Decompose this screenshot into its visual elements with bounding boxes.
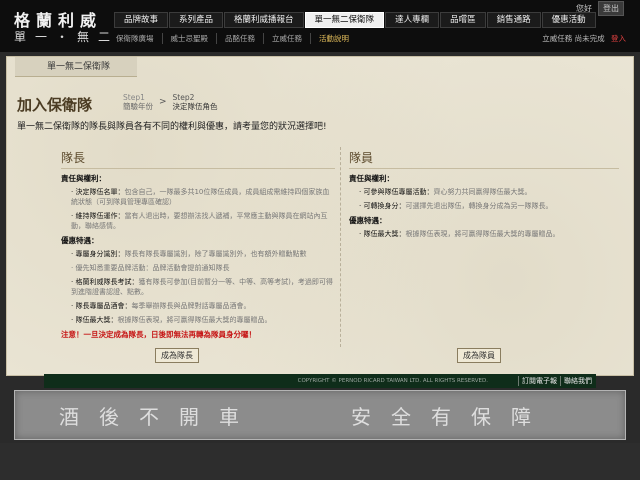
footer-bar: COPYRIGHT © PERNOD RICARD TAIWAN LTD. AL… bbox=[44, 374, 596, 388]
captain-rights-heading: 責任與權利： bbox=[61, 174, 106, 183]
mission-status-text: 立威任務 尚未完成 bbox=[542, 34, 605, 43]
column-divider bbox=[340, 147, 341, 347]
intro-text: 單一無二保衛隊的隊長與隊員各有不同的權利與優惠，請考量您的狀況選擇吧! bbox=[17, 122, 327, 132]
content-panel: 單一無二保衛隊 加入保衛隊 Step1 簡驗年份 > Step2 決定隊伍角色 … bbox=[6, 56, 634, 376]
list-item: ‧ 可轉換身分：可選擇先退出隊伍，轉換身分成為另一隊隊長。 bbox=[359, 202, 553, 210]
subscribe-newsletter-link[interactable]: 訂閱電子報 bbox=[518, 376, 557, 386]
nav-sales-channels[interactable]: 銷售通路 bbox=[486, 12, 541, 28]
copyright-text: COPYRIGHT © PERNOD RICARD TAIWAN LTD. AL… bbox=[297, 378, 488, 384]
subnav-temple[interactable]: 威士忌聖殿 bbox=[161, 33, 217, 44]
list-item: ‧ 優先知悉重要品牌活動：品牌活動會提前通知隊長 bbox=[71, 264, 230, 272]
nav-broadcast[interactable]: 格蘭利威播報台 bbox=[224, 12, 304, 28]
become-member-button[interactable]: 成為隊員 bbox=[457, 348, 501, 363]
list-item: ‧ 決定隊伍名單：包含自己，一隊最多共10位隊伍成員，成員組成需維持四個家族血統… bbox=[71, 188, 330, 206]
member-benefits-heading: 優惠特遇： bbox=[349, 216, 387, 225]
step-2-number: Step2 bbox=[172, 93, 195, 102]
subnav-event-info[interactable]: 活動說明 bbox=[310, 33, 357, 44]
list-item: ‧ 維持隊伍運作：當有人退出時，要想辦法找人遞補，平常應主動與隊員在網站內互動，… bbox=[71, 212, 328, 230]
step-2: Step2 決定隊伍角色 bbox=[173, 93, 218, 111]
member-panel: 隊員 責任與權利： ‧ 可參與隊伍專屬活動：齊心努力共同贏得隊伍最大獎。 ‧ 可… bbox=[349, 149, 619, 243]
subnav-tasting-mission[interactable]: 品酩任務 bbox=[216, 33, 263, 44]
member-rights-heading: 責任與權利： bbox=[349, 174, 394, 183]
step-arrow-icon: > bbox=[159, 97, 167, 107]
list-item: ‧ 隊長專屬品酒會：每季舉辦隊長與品牌對話專屬品酒會。 bbox=[71, 302, 251, 310]
drink-responsibly-banner: 酒後不開車 安全有保障 bbox=[14, 390, 626, 440]
member-title: 隊員 bbox=[349, 149, 619, 169]
nav-promotions[interactable]: 優惠活動 bbox=[541, 12, 596, 28]
list-item: ‧ 專屬身分識別：隊長有隊長專屬識別，除了專屬識別外，也有額外贈勳點數 bbox=[71, 250, 307, 258]
site-header: 格蘭利威 單一・無二 您好 登出 品牌故事 系列產品 格蘭利威播報台 單一無二保… bbox=[0, 0, 640, 52]
captain-benefits-heading: 優惠特遇： bbox=[61, 236, 99, 245]
nav-products[interactable]: 系列產品 bbox=[169, 12, 224, 28]
login-link[interactable]: 登入 bbox=[611, 34, 626, 43]
nav-guard-team[interactable]: 單一無二保衛隊 bbox=[304, 12, 385, 28]
list-item: ‧ 可參與隊伍專屬活動：齊心努力共同贏得隊伍最大獎。 bbox=[359, 188, 532, 196]
subnav-prestige-mission[interactable]: 立威任務 bbox=[263, 33, 310, 44]
brand-logo-subtitle: 單一・無二 bbox=[14, 30, 120, 44]
step-indicator: Step1 簡驗年份 > Step2 決定隊伍角色 bbox=[123, 93, 218, 111]
nav-expert-column[interactable]: 達人專欄 bbox=[385, 12, 440, 28]
step-1-label: 簡驗年份 bbox=[123, 102, 153, 111]
main-nav: 品牌故事 系列產品 格蘭利威播報台 單一無二保衛隊 達人專欄 品嚐區 銷售通路 … bbox=[114, 12, 597, 28]
become-captain-button[interactable]: 成為隊長 bbox=[155, 348, 199, 363]
section-tab: 單一無二保衛隊 bbox=[15, 57, 137, 77]
page-title: 加入保衛隊 bbox=[17, 96, 93, 114]
footer-links: 訂閱電子報 聯絡我們 bbox=[518, 376, 592, 386]
logout-button[interactable]: 登出 bbox=[598, 1, 624, 16]
banner-text-right: 安全有保障 bbox=[351, 405, 551, 429]
step-1-number: Step1 bbox=[123, 93, 145, 102]
captain-warning: 注意！一旦決定成為隊長，日後即無法再轉為隊員身分囉！ bbox=[61, 330, 256, 339]
banner-text-left: 酒後不開車 bbox=[59, 405, 259, 429]
subnav-plaza[interactable]: 保衛隊廣場 bbox=[108, 33, 162, 44]
sub-nav: 保衛隊廣場 威士忌聖殿 品酩任務 立威任務 活動說明 bbox=[108, 33, 357, 44]
page-bottom bbox=[0, 443, 640, 480]
mission-status: 立威任務 尚未完成 登入 bbox=[542, 33, 626, 44]
step-2-label: 決定隊伍角色 bbox=[172, 102, 218, 111]
contact-us-link[interactable]: 聯絡我們 bbox=[560, 376, 592, 386]
list-item: ‧ 格蘭利威隊長考試：獲有隊長可參加(目前暫分一等、中等、高等考試)，考過即可得… bbox=[71, 278, 333, 296]
nav-tasting[interactable]: 品嚐區 bbox=[440, 12, 486, 28]
list-item: ‧ 隊伍最大獎：根據隊伍表現，將可贏得隊伍最大獎的專屬贈品。 bbox=[71, 316, 272, 324]
captain-title: 隊長 bbox=[61, 149, 335, 169]
captain-panel: 隊長 責任與權利： ‧ 決定隊伍名單：包含自己，一隊最多共10位隊伍成員，成員組… bbox=[61, 149, 335, 340]
list-item: ‧ 隊伍最大獎：根據隊伍表現，將可贏得隊伍最大獎的專屬贈品。 bbox=[359, 230, 560, 238]
nav-brand-story[interactable]: 品牌故事 bbox=[114, 12, 169, 28]
step-1: Step1 簡驗年份 bbox=[123, 93, 153, 111]
